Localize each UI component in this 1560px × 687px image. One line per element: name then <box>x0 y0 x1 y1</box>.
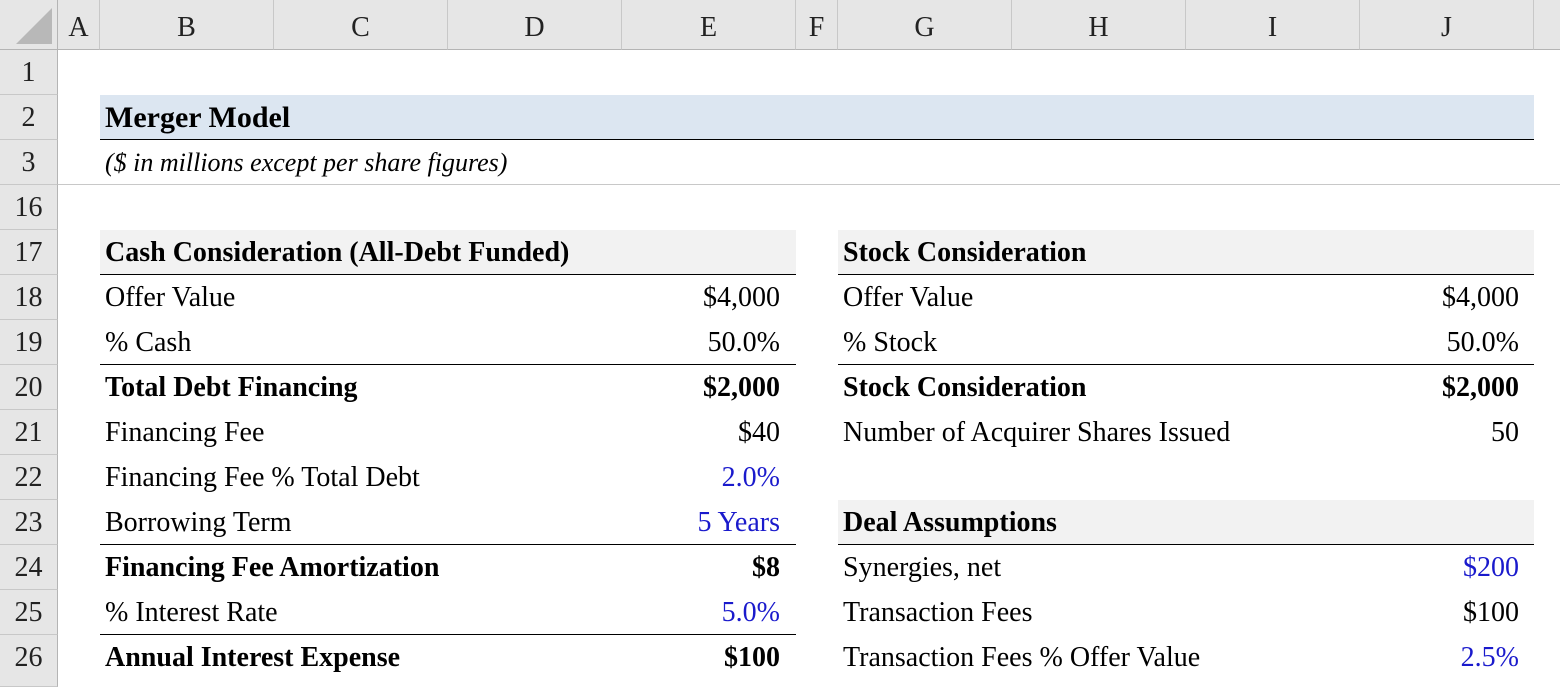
row-header-23[interactable]: 23 <box>0 500 58 545</box>
row-header-22[interactable]: 22 <box>0 455 58 500</box>
deal-value-fees-pct-offer[interactable]: 2.5% <box>1360 635 1519 680</box>
row-header-17[interactable]: 17 <box>0 230 58 275</box>
column-header-d[interactable]: D <box>448 0 622 50</box>
cash-section-header: Cash Consideration (All-Debt Funded) <box>105 237 570 268</box>
row-header-21[interactable]: 21 <box>0 410 58 455</box>
cash-label-fee-amortization: Financing Fee Amortization <box>105 552 440 583</box>
deal-label-transaction-fees: Transaction Fees <box>843 597 1033 628</box>
row-header-1[interactable]: 1 <box>0 50 58 95</box>
stock-section-header: Stock Consideration <box>843 237 1087 268</box>
cash-value-fee-amortization[interactable]: $8 <box>622 545 780 590</box>
cash-value-total-debt[interactable]: $2,000 <box>622 365 780 410</box>
cash-label-offer-value: Offer Value <box>105 282 236 313</box>
title-fill <box>100 95 1534 140</box>
stock-value-shares-issued[interactable]: 50 <box>1360 410 1519 455</box>
cash-value-financing-fee[interactable]: $40 <box>622 410 780 455</box>
deal-section-header: Deal Assumptions <box>843 507 1057 538</box>
column-header-g[interactable]: G <box>838 0 1012 50</box>
column-header-i[interactable]: I <box>1186 0 1360 50</box>
column-header-h[interactable]: H <box>1012 0 1186 50</box>
stock-value-stock-consideration[interactable]: $2,000 <box>1360 365 1519 410</box>
row-header-2[interactable]: 2 <box>0 95 58 140</box>
model-title: Merger Model <box>105 101 291 134</box>
cash-label-pct-cash: % Cash <box>105 327 192 358</box>
column-header-c[interactable]: C <box>274 0 448 50</box>
column-header-j[interactable]: J <box>1360 0 1534 50</box>
select-all-triangle-icon <box>16 8 52 44</box>
column-header-e[interactable]: E <box>622 0 796 50</box>
column-header-k[interactable] <box>1534 0 1560 50</box>
cash-label-fee-pct-debt: Financing Fee % Total Debt <box>105 462 420 493</box>
cash-value-offer-value[interactable]: $4,000 <box>622 275 780 320</box>
model-subtitle: ($ in millions except per share figures) <box>105 148 508 177</box>
stock-label-stock-consideration: Stock Consideration <box>843 372 1087 403</box>
column-header-a[interactable]: A <box>58 0 100 50</box>
cash-label-interest-rate: % Interest Rate <box>105 597 278 628</box>
stock-value-pct-stock[interactable]: 50.0% <box>1360 320 1519 365</box>
cash-label-total-debt: Total Debt Financing <box>105 372 358 403</box>
cash-value-pct-cash[interactable]: 50.0% <box>622 320 780 365</box>
cash-value-interest-rate[interactable]: 5.0% <box>622 590 780 635</box>
deal-label-synergies: Synergies, net <box>843 552 1002 583</box>
stock-label-shares-issued: Number of Acquirer Shares Issued <box>843 417 1231 448</box>
row-header-24[interactable]: 24 <box>0 545 58 590</box>
cash-label-borrowing-term: Borrowing Term <box>105 507 292 538</box>
deal-value-transaction-fees[interactable]: $100 <box>1360 590 1519 635</box>
stock-value-offer-value[interactable]: $4,000 <box>1360 275 1519 320</box>
cash-value-borrowing-term[interactable]: 5 Years <box>622 500 780 545</box>
cash-value-fee-pct-debt[interactable]: 2.0% <box>622 455 780 500</box>
stock-label-pct-stock: % Stock <box>843 327 938 358</box>
cash-label-annual-interest: Annual Interest Expense <box>105 642 401 673</box>
row-header-16[interactable]: 16 <box>0 185 58 230</box>
row-header-18[interactable]: 18 <box>0 275 58 320</box>
row-header-25[interactable]: 25 <box>0 590 58 635</box>
deal-value-synergies[interactable]: $200 <box>1360 545 1519 590</box>
cash-label-financing-fee: Financing Fee <box>105 417 265 448</box>
column-header-b[interactable]: B <box>100 0 274 50</box>
deal-label-fees-pct-offer: Transaction Fees % Offer Value <box>843 642 1201 673</box>
row-header-19[interactable]: 19 <box>0 320 58 365</box>
stock-label-offer-value: Offer Value <box>843 282 974 313</box>
select-all-corner[interactable] <box>0 0 58 50</box>
cash-value-annual-interest[interactable]: $100 <box>622 635 780 680</box>
row-header-3[interactable]: 3 <box>0 140 58 185</box>
row-header-26[interactable]: 26 <box>0 635 58 687</box>
row-header-20[interactable]: 20 <box>0 365 58 410</box>
column-header-f[interactable]: F <box>796 0 838 50</box>
